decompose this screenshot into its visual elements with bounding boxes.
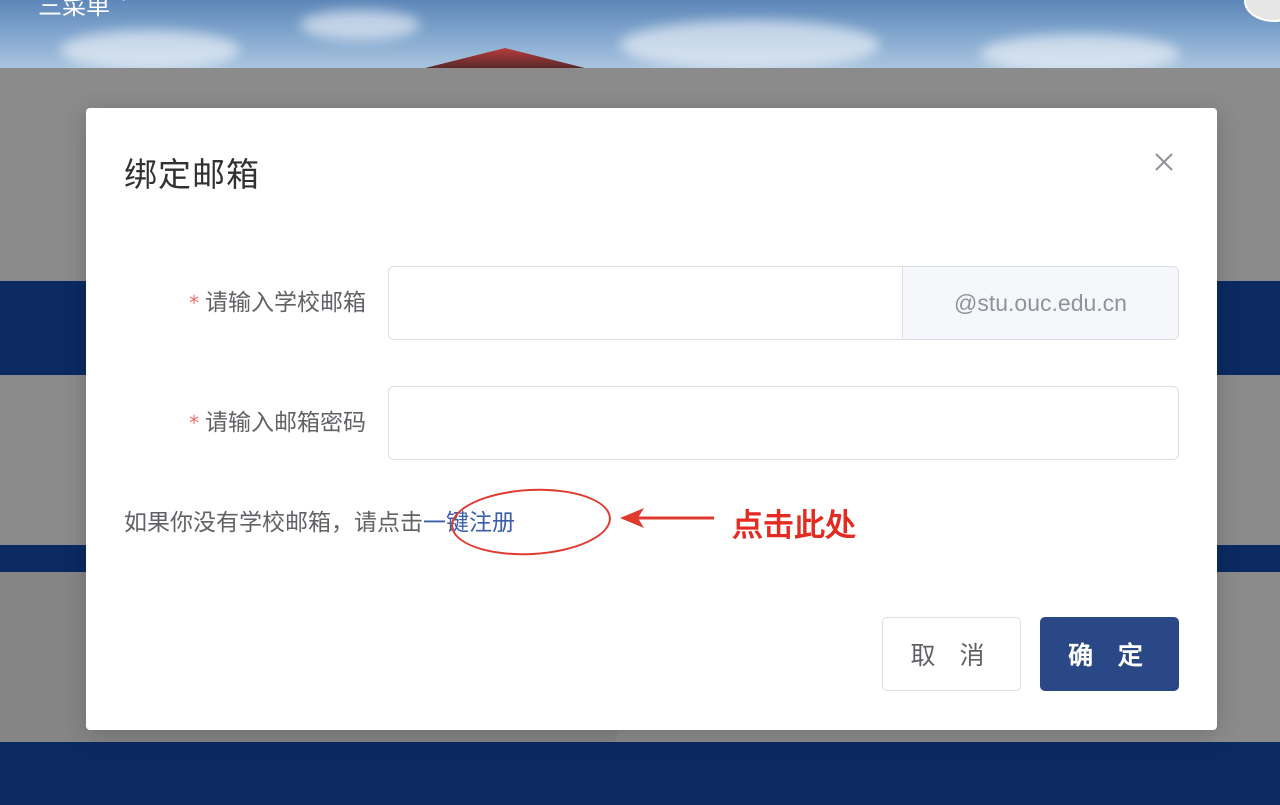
annotation-arrow-icon [620, 508, 714, 528]
school-email-label-text: 请输入学校邮箱 [205, 290, 366, 316]
email-password-label-text: 请输入邮箱密码 [205, 410, 366, 436]
school-email-input[interactable] [389, 267, 902, 339]
menu-label: 三菜单 [38, 0, 110, 20]
email-domain-suffix: @stu.ouc.edu.cn [902, 267, 1178, 339]
school-email-input-group: @stu.ouc.edu.cn [388, 266, 1179, 340]
annotation-label: 点击此处 [732, 508, 856, 544]
required-mark: * [189, 411, 199, 435]
email-password-row: * 请输入邮箱密码 [86, 385, 1217, 461]
school-email-label: * 请输入学校邮箱 [189, 265, 366, 341]
email-password-label: * 请输入邮箱密码 [189, 385, 366, 461]
menu-toggle[interactable]: 三菜单 ˅ [38, 0, 130, 21]
close-button[interactable] [1150, 148, 1178, 176]
dialog-title: 绑定邮箱 [124, 155, 260, 194]
annotation-circle [449, 484, 613, 560]
email-password-input[interactable] [389, 387, 1178, 459]
close-icon [1155, 153, 1173, 171]
avatar[interactable] [1244, 0, 1280, 22]
email-password-input-group [388, 386, 1179, 460]
hint-text: 如果你没有学校邮箱，请点击 [124, 510, 423, 536]
confirm-button[interactable]: 确 定 [1040, 617, 1179, 691]
background-footer [0, 742, 1280, 805]
page-header-banner: 三菜单 ˅ [0, 0, 1280, 68]
chevron-down-icon: ˅ [117, 0, 130, 20]
required-mark: * [189, 291, 199, 315]
cancel-button[interactable]: 取 消 [882, 617, 1021, 691]
building-roof-image [425, 48, 585, 68]
bind-email-dialog: 绑定邮箱 * 请输入学校邮箱 @stu.ouc.edu.cn * 请输入邮箱密码 如… [86, 108, 1217, 730]
school-email-row: * 请输入学校邮箱 @stu.ouc.edu.cn [86, 265, 1217, 341]
